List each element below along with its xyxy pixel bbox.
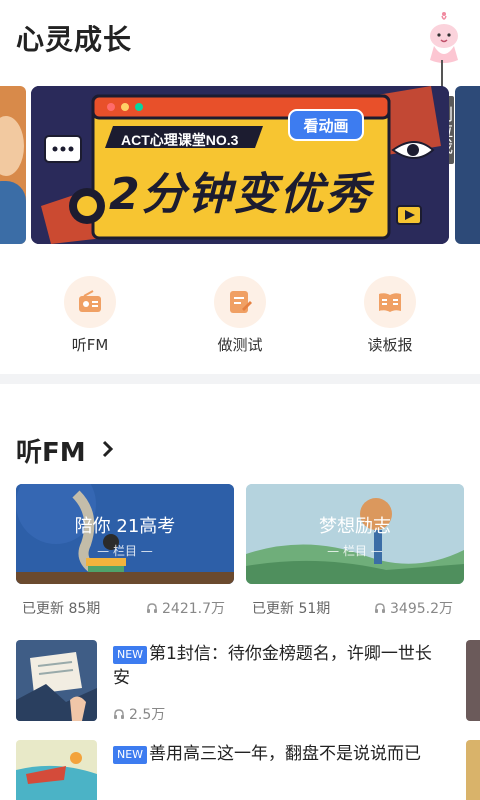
card-plays: 3495.2万 [374,598,453,618]
headphones-icon [114,709,124,719]
page-title: 心灵成长 [16,23,133,56]
episode-plays: 2.5万 [113,704,165,724]
banner-tag: ACT心理课堂NO.3 [121,132,239,148]
banner-next[interactable] [455,86,480,244]
headphones-icon [147,603,157,613]
card-title: 陪你 21高考 [74,516,176,537]
card-subtitle: — 栏目 — [327,544,383,558]
nav-label: 读板报 [367,336,413,354]
episode-thumbnail [16,740,97,800]
card-updates: 已更新 85期 [22,601,101,617]
nav-item-board[interactable]: 读板报 [330,272,450,362]
banner-prev[interactable] [0,86,26,244]
section-title-fm[interactable]: 听FM [16,432,86,469]
quiz-icon [230,291,252,313]
episode-title: 第1封信：待你金榜题名，许卿一世长安 [113,644,432,688]
section-divider [0,374,480,384]
list-item[interactable]: 第1封信：待你金榜题名，许卿一世长安 NEW 2.5万 [0,640,480,736]
side-panel-edge [466,640,480,721]
card-updates: 已更新 51期 [252,601,331,617]
list-item[interactable]: 善用高三这一年，翻盘不是说说而已 NEW [0,740,480,800]
radio-icon [79,290,101,312]
book-icon [379,293,401,312]
card-subtitle: — 栏目 — [97,544,153,558]
banner-main[interactable]: ACT心理课堂NO.3 看动画 2分钟变优秀 [31,86,449,244]
banner-carousel[interactable]: ACT心理课堂NO.3 看动画 2分钟变优秀 [0,86,480,246]
new-badge: NEW [113,646,148,664]
quick-nav: 听FM 做测试 读板报 [0,272,480,368]
banner-headline: 2分钟变优秀 [109,169,372,220]
episode-title: 善用高三这一年，翻盘不是说说而已 [149,744,421,764]
fm-card-1[interactable]: 陪你 21高考 — 栏目 — [16,484,234,584]
nav-item-fm[interactable]: 听FM [30,272,150,362]
new-badge: NEW [113,746,148,764]
banner-badge: 看动画 [303,117,349,135]
card-title: 梦想励志 [319,516,391,537]
mascot-icon[interactable] [420,8,468,80]
headphones-icon [375,603,385,613]
nav-item-quiz[interactable]: 做测试 [180,272,300,362]
header: 心灵成长 [0,0,480,80]
fm-card-2[interactable]: 梦想励志 — 栏目 — [246,484,464,584]
side-panel-edge [466,740,480,800]
card-plays: 2421.7万 [146,598,225,618]
chevron-right-icon[interactable] [98,437,118,461]
nav-label: 做测试 [217,336,263,354]
episode-thumbnail [16,640,97,721]
nav-label: 听FM [71,336,109,354]
